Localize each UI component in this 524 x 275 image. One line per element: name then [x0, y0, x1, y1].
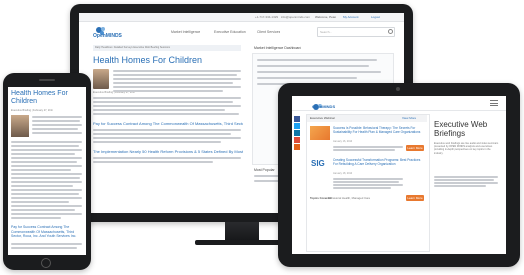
breadcrumb: Daily Headlines: Detailed Surveys Execut… [95, 46, 170, 49]
monitor-stand [225, 222, 259, 242]
sig-logo-text: SIG [311, 159, 325, 168]
phone-byline: Executive Briefing | February 27, 2014 [11, 109, 54, 112]
webcast-item-title[interactable]: Creating Successful Transformation Progr… [333, 158, 425, 170]
tablet-device: OpenMINDS Executive Webinar View More Su… [278, 83, 520, 267]
phone-author-photo [11, 115, 29, 137]
search-icon[interactable] [388, 29, 393, 34]
sig-logo: SIG [310, 158, 330, 170]
menu-icon[interactable] [490, 100, 498, 106]
tablet-camera [396, 87, 400, 91]
most-popular-title: Most Popular [254, 168, 275, 172]
desktop-nav-item[interactable]: Executive Education [214, 30, 246, 34]
phone-speaker [39, 79, 55, 81]
webcast-item-date: January 16, 2014 [333, 140, 353, 143]
phone-device: Health Homes For Children Executive Brie… [3, 73, 91, 270]
article-title: Health Homes For Children [93, 55, 203, 65]
webcast-item-title[interactable]: Success Is Possible: Behavioral Therapy:… [333, 126, 425, 138]
article-subhead-2[interactable]: The Implementation Nearly 50 Health Refo… [93, 149, 243, 154]
desktop-logout-link[interactable]: Logout [371, 15, 380, 19]
phone-screen: Health Homes For Children Executive Brie… [8, 87, 86, 255]
desktop-nav-item[interactable]: Client Services [257, 30, 280, 34]
briefings-title: Executive Web Briefings [434, 120, 488, 138]
webcast-label: Executive Webinar [310, 116, 335, 120]
briefings-body: Executive web briefings are live audio a… [434, 142, 499, 155]
desktop-welcome: Welcome, Peter [315, 15, 337, 19]
desktop-nav-item[interactable]: Market Intelligence [171, 30, 200, 34]
desktop-my-account-link[interactable]: My Account [343, 15, 359, 19]
learn-more-button[interactable]: Learn More [406, 145, 424, 151]
article-subhead-1[interactable]: Pay for Success Contract Among The Commo… [93, 121, 243, 126]
desktop-logo[interactable]: OpenMINDS [93, 25, 131, 39]
tablet-screen: OpenMINDS Executive Webinar View More Su… [292, 96, 506, 254]
topics-value: Behavioral Health, Managed Care [328, 196, 371, 200]
tablet-logo-text: OpenMINDS [312, 104, 336, 109]
learn-more-button[interactable]: Learn More [406, 195, 424, 201]
email-icon[interactable] [294, 144, 300, 150]
twitter-icon[interactable] [294, 123, 300, 129]
view-more-link[interactable]: View More [402, 116, 416, 120]
phone-link-heading[interactable]: Pay for Success Contract Among The Commo… [11, 225, 83, 239]
desktop-search-input[interactable]: Search... [317, 27, 395, 37]
desktop-search-placeholder: Search... [320, 30, 333, 34]
desktop-logo-text: OpenMINDS [93, 33, 122, 39]
webcast-thumbnail [310, 126, 330, 140]
phone-title: Health Homes For Children [11, 90, 68, 105]
desktop-contact-phone: +1-717-334-1329 [255, 15, 279, 19]
monitor-base [195, 240, 289, 245]
phone-home-button[interactable] [41, 258, 51, 268]
dashboard-title: Market Intelligence Dashboard [254, 46, 302, 50]
googleplus-icon[interactable] [294, 137, 300, 143]
desktop-contact-email[interactable]: info@openminds.com [281, 15, 310, 19]
tablet-logo[interactable]: OpenMINDS [312, 98, 346, 110]
linkedin-icon[interactable] [294, 130, 300, 136]
article-author-photo [93, 69, 109, 89]
webcast-item-date: January 18, 2014 [333, 172, 353, 175]
facebook-icon[interactable] [294, 116, 300, 122]
